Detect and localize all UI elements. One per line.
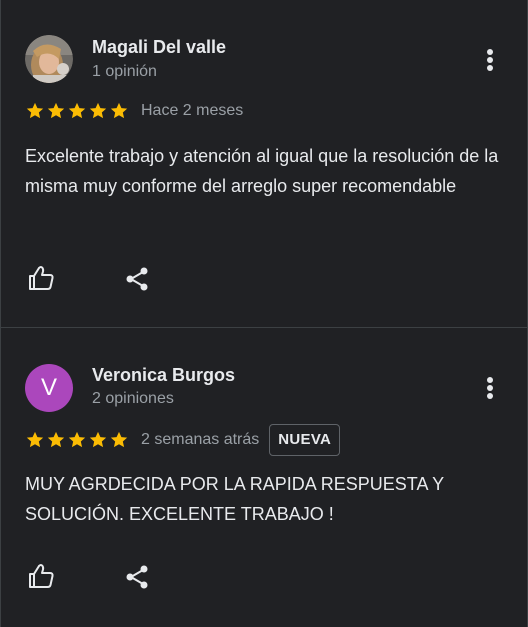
avatar[interactable]: V <box>25 364 73 412</box>
review-date: 2 semanas atrás <box>141 431 260 448</box>
star-icon <box>89 431 107 448</box>
more-vert-icon <box>487 49 493 71</box>
review-card: Magali Del valle 1 opinión Hace 2 meses … <box>1 0 527 327</box>
avatar-letter: V <box>40 374 57 401</box>
author-name[interactable]: Magali Del valle <box>92 37 226 58</box>
star-icon <box>89 102 107 119</box>
review-date: Hace 2 meses <box>141 102 244 119</box>
review-count[interactable]: 1 opinión <box>92 63 157 81</box>
author-name[interactable]: Veronica Burgos <box>92 365 235 386</box>
avatar[interactable] <box>25 35 73 83</box>
reviews-panel: Magali Del valle 1 opinión Hace 2 meses … <box>0 0 528 627</box>
share-icon <box>126 267 148 291</box>
review-text: Excelente trabajo y atención al igual qu… <box>25 146 499 196</box>
star-icon <box>47 431 65 448</box>
rating-row: 2 semanas atrás NUEVA <box>25 424 341 456</box>
thumb-up-icon <box>29 266 54 290</box>
new-badge: NUEVA <box>269 424 341 456</box>
star-icon <box>68 102 86 119</box>
more-options-button[interactable] <box>475 45 505 75</box>
review-count[interactable]: 2 opiniones <box>92 390 174 408</box>
star-rating <box>25 101 129 121</box>
more-options-button[interactable] <box>475 373 505 403</box>
avatar-photo <box>25 35 73 83</box>
star-icon <box>26 102 44 119</box>
like-button[interactable] <box>26 263 56 293</box>
review-card: V Veronica Burgos 2 opiniones 2 semanas … <box>1 328 527 627</box>
star-icon <box>26 431 44 448</box>
star-icon <box>47 102 65 119</box>
share-icon <box>126 565 148 589</box>
star-icon <box>68 431 86 448</box>
more-vert-icon <box>487 377 493 399</box>
thumb-up-icon <box>29 564 54 588</box>
star-icon <box>110 102 128 119</box>
star-icon <box>110 431 128 448</box>
review-text: MUY AGRDECIDA POR LA RAPIDA RESPUESTA Y … <box>25 474 444 524</box>
rating-row: Hace 2 meses <box>25 99 243 123</box>
share-button[interactable] <box>122 562 152 592</box>
share-button[interactable] <box>122 264 152 294</box>
star-rating <box>25 430 129 450</box>
like-button[interactable] <box>26 561 56 591</box>
